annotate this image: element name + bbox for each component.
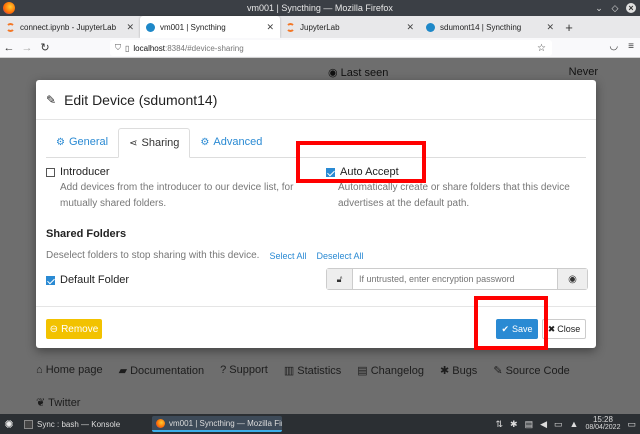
tab-general[interactable]: ⚙ General: [46, 127, 118, 157]
back-icon[interactable]: ←: [0, 42, 18, 54]
minimize-icon[interactable]: ⌄: [594, 3, 604, 13]
url-path: :8384/#device-sharing: [164, 43, 244, 53]
browser-navbar: ← → ↻ ⛉ ▯ localhost:8384/#device-sharing…: [0, 38, 640, 58]
shared-folders-title: Shared Folders: [46, 228, 127, 240]
page-icon: ▯: [125, 43, 130, 53]
modal-header: ✎ Edit Device (sdumont14): [36, 80, 596, 120]
last-seen-row: ◉ Last seen Never: [328, 66, 598, 79]
unlock-icon: 🔓︎: [327, 269, 353, 289]
url-host: localhost: [133, 43, 165, 53]
modal-title: Edit Device (sdumont14): [64, 91, 218, 108]
encryption-password-group: 🔓︎ ◉: [326, 268, 588, 290]
browser-tab-jupyterlab[interactable]: JupyterLab ✕: [280, 16, 420, 38]
footer-link-documentation[interactable]: ▰ Documentation: [119, 364, 205, 377]
browser-tabstrip: connect.ipynb - JupyterLab ✕ vm001 | Syn…: [0, 16, 640, 38]
footer-link-changelog[interactable]: ▤ Changelog: [357, 364, 424, 377]
select-all-link[interactable]: Select All: [269, 251, 306, 261]
shield-icon: ⛉: [115, 43, 121, 52]
tab-close-icon[interactable]: ✕: [266, 22, 274, 33]
volume-icon[interactable]: ◀: [540, 419, 547, 430]
encryption-password-input[interactable]: [353, 269, 557, 289]
auto-accept-label: Auto Accept: [340, 166, 399, 178]
network-icon[interactable]: ⇅: [495, 419, 503, 430]
pencil-icon: ✎: [46, 92, 57, 107]
clock[interactable]: 15:28 08/04/2022: [585, 416, 620, 432]
close-button[interactable]: ✖ Close: [542, 319, 586, 339]
show-password-eye-icon[interactable]: ◉: [557, 269, 587, 289]
remove-button[interactable]: ⊖ Remove: [46, 319, 102, 339]
default-folder-option[interactable]: Default Folder: [46, 274, 129, 286]
hamburger-menu-icon[interactable]: ≡: [628, 41, 634, 52]
footer-link-bugs[interactable]: ✱ Bugs: [440, 364, 477, 377]
tab-close-icon[interactable]: ✕: [546, 22, 554, 33]
display-icon[interactable]: ▭: [554, 419, 563, 430]
tab-close-icon[interactable]: ✕: [126, 22, 134, 33]
check-icon: ✔: [501, 323, 510, 334]
firefox-icon: [156, 418, 165, 428]
close-icon: ✖: [547, 323, 556, 334]
reload-icon[interactable]: ↻: [36, 41, 54, 54]
auto-accept-checkbox[interactable]: [326, 167, 335, 177]
system-tray: ⇅ ✱ ▤ ◀ ▭ ▲ 15:28 08/04/2022 ▭: [495, 416, 636, 432]
toolbar-right: ◡ ≡: [609, 41, 634, 52]
auto-accept-option[interactable]: Auto Accept: [326, 166, 399, 178]
footer-link-home[interactable]: ⌂ Home page: [36, 364, 103, 377]
gear-icon: ⚙: [56, 136, 65, 148]
firefox-icon: [3, 2, 15, 14]
syncthing-icon: [146, 22, 155, 32]
footer-link-source-code[interactable]: ✎ Source Code: [493, 364, 570, 377]
url-bar[interactable]: ⛉ ▯ localhost:8384/#device-sharing ☆: [110, 40, 552, 56]
bluetooth-icon[interactable]: ✱: [510, 419, 518, 430]
gears-icon: ⚙: [200, 136, 210, 148]
footer-link-support[interactable]: ? Support: [220, 364, 268, 377]
clipboard-icon[interactable]: ▤: [525, 419, 534, 430]
window-controls: ⌄ ◇ ×: [594, 0, 636, 16]
window-titlebar: vm001 | Syncthing — Mozilla Firefox ⌄ ◇ …: [0, 0, 640, 16]
taskbar-firefox[interactable]: vm001 | Syncthing — Mozilla Fir...: [152, 416, 282, 432]
jupyter-icon: [286, 22, 295, 32]
syncthing-icon: [426, 22, 435, 32]
tab-close-icon[interactable]: ✕: [406, 22, 414, 33]
eye-icon: ◉: [328, 67, 338, 79]
shared-folders-hint-row: Deselect folders to stop sharing with th…: [46, 250, 364, 261]
deselect-all-link[interactable]: Deselect All: [316, 251, 363, 261]
app-launcher-icon[interactable]: ✺: [0, 415, 18, 433]
default-folder-label: Default Folder: [60, 274, 130, 286]
introducer-option[interactable]: Introducer: [46, 166, 110, 178]
edit-device-modal: ✎ Edit Device (sdumont14) ⚙ General ⋖ Shar…: [36, 80, 596, 348]
twitter-icon: ❦: [36, 397, 46, 409]
auto-accept-help: Automatically create or share folders th…: [338, 182, 570, 209]
close-window-icon[interactable]: ×: [626, 3, 636, 13]
bookmark-star-icon[interactable]: ☆: [537, 43, 546, 54]
browser-tab-sdumont14-syncthing[interactable]: sdumont14 | Syncthing ✕: [420, 16, 560, 38]
taskbar: ✺ Sync : bash — Konsole vm001 | Syncthin…: [0, 414, 640, 434]
terminal-icon: [24, 419, 33, 429]
browser-tab-jupyter-connect[interactable]: connect.ipynb - JupyterLab ✕: [0, 16, 140, 38]
new-tab-icon[interactable]: +: [560, 16, 578, 38]
pocket-icon[interactable]: ◡: [609, 41, 618, 52]
taskbar-konsole[interactable]: Sync : bash — Konsole: [20, 416, 150, 432]
footer-links: ⌂ Home page ▰ Documentation ? Support ▥ …: [36, 364, 626, 377]
shared-folders-hint: Deselect folders to stop sharing with th…: [46, 250, 260, 261]
share-icon: ⋖: [129, 137, 138, 149]
introducer-checkbox[interactable]: [46, 167, 55, 177]
introducer-label: Introducer: [60, 166, 110, 178]
footer-link-statistics[interactable]: ▥ Statistics: [284, 364, 341, 377]
maximize-icon[interactable]: ◇: [610, 3, 620, 13]
default-folder-checkbox[interactable]: [46, 275, 55, 285]
save-button[interactable]: ✔ Save: [496, 319, 538, 339]
introducer-help: Add devices from the introducer to our d…: [60, 182, 294, 209]
minus-circle-icon: ⊖: [49, 323, 59, 335]
tab-sharing[interactable]: ⋖ Sharing: [118, 128, 191, 158]
browser-tab-vm001-syncthing[interactable]: vm001 | Syncthing ✕: [140, 16, 280, 38]
tab-advanced[interactable]: ⚙ Advanced: [190, 127, 272, 157]
forward-icon[interactable]: →: [18, 42, 36, 54]
window-title: vm001 | Syncthing — Mozilla Firefox: [247, 3, 393, 13]
tray-expand-icon[interactable]: ▲: [570, 419, 579, 429]
footer-link-twitter[interactable]: ❦ Twitter: [36, 396, 80, 409]
modal-tabs: ⚙ General ⋖ Sharing ⚙ Advanced: [46, 128, 586, 158]
show-desktop-icon[interactable]: ▭: [627, 419, 636, 430]
jupyter-icon: [6, 22, 15, 32]
modal-footer: ⊖ Remove ✔ Save ✖ Close: [36, 306, 596, 348]
